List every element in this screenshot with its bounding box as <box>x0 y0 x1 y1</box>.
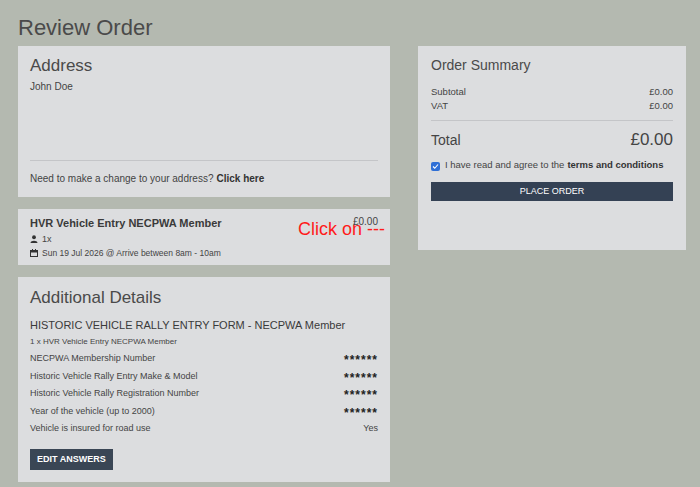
field-label: Vehicle is insured for road use <box>30 422 151 436</box>
summary-value: £0.00 <box>649 100 673 111</box>
calendar-icon <box>30 249 38 257</box>
summary-row: VAT £0.00 <box>431 100 673 111</box>
click-annotation: Click on --- <box>298 219 385 239</box>
field-value: ****** <box>344 404 378 419</box>
right-column: Order Summary Subtotal £0.00 VAT £0.00 Total £… <box>418 46 686 250</box>
order-summary-card: Order Summary Subtotal £0.00 VAT £0.00 Total £… <box>418 46 686 250</box>
total-label: Total <box>431 131 461 149</box>
form-subtitle: 1 x HVR Vehicle Entry NECPWA Member <box>30 336 378 347</box>
terms-checkbox[interactable] <box>431 162 440 171</box>
summary-label: Subtotal <box>431 86 466 97</box>
item-name: HVR Vehicle Entry NECPWA Member <box>30 216 222 230</box>
item-date: Sun 19 Jul 2026 @ Arrive between 8am - 1… <box>42 247 221 259</box>
form-title: HISTORIC VEHICLE RALLY ENTRY FORM - NECP… <box>30 318 378 332</box>
total-value: £0.00 <box>630 130 673 150</box>
field-label: Year of the vehicle (up to 2000) <box>30 405 155 419</box>
columns: Address John Doe Need to make a change to … <box>18 46 700 482</box>
address-footer: Need to make a change to your address?Cl… <box>30 160 378 197</box>
terms-prefix: I have read and agree to the <box>445 159 564 170</box>
person-icon <box>30 235 38 243</box>
tick-icon <box>432 163 439 170</box>
field-label: NECPWA Membership Number <box>30 352 155 366</box>
terms-row: I have read and agree to theterms and co… <box>431 158 673 172</box>
field-row: Historic Vehicle Rally Entry Make & Mode… <box>30 368 378 386</box>
field-value: ****** <box>344 386 378 401</box>
item-quantity: 1x <box>42 233 52 245</box>
field-row: Historic Vehicle Rally Registration Numb… <box>30 385 378 403</box>
summary-value: £0.00 <box>649 86 673 97</box>
page-title: Review Order <box>18 14 700 42</box>
change-address-link[interactable]: Click here <box>216 173 264 184</box>
address-heading: Address <box>30 55 378 77</box>
field-row: Year of the vehicle (up to 2000) ****** <box>30 403 378 421</box>
summary-heading: Order Summary <box>431 56 673 74</box>
summary-row: Subtotal £0.00 <box>431 86 673 97</box>
address-name: John Doe <box>30 80 378 93</box>
left-column: Address John Doe Need to make a change to … <box>18 46 390 482</box>
place-order-button[interactable]: PLACE ORDER <box>431 182 673 201</box>
details-card: Additional Details HISTORIC VEHICLE RALLY… <box>18 277 390 482</box>
field-row: Vehicle is insured for road use Yes <box>30 420 378 438</box>
field-label: Historic Vehicle Rally Entry Make & Mode… <box>30 370 198 384</box>
summary-rows: Subtotal £0.00 VAT £0.00 <box>431 86 673 111</box>
details-heading: Additional Details <box>30 287 378 309</box>
field-label: Historic Vehicle Rally Registration Numb… <box>30 387 199 401</box>
field-row: NECPWA Membership Number ****** <box>30 350 378 368</box>
change-prompt: Need to make a change to your address? <box>30 173 213 184</box>
item-date-row: Sun 19 Jul 2026 @ Arrive between 8am - 1… <box>30 247 378 259</box>
terms-text: I have read and agree to theterms and co… <box>445 158 663 172</box>
summary-label: VAT <box>431 100 448 111</box>
edit-answers-button[interactable]: EDIT ANSWERS <box>30 449 113 470</box>
field-list: NECPWA Membership Number ****** Historic V… <box>30 350 378 438</box>
terms-link[interactable]: terms and conditions <box>567 159 663 170</box>
page: Review Order Address John Doe Need to make … <box>0 0 700 487</box>
address-card: Address John Doe Need to make a change to … <box>18 46 390 197</box>
field-value: ****** <box>344 351 378 366</box>
content: Review Order Address John Doe Need to make … <box>0 0 700 482</box>
field-value: ****** <box>344 369 378 384</box>
total-row: Total £0.00 <box>431 120 673 150</box>
field-value: Yes <box>363 422 378 436</box>
